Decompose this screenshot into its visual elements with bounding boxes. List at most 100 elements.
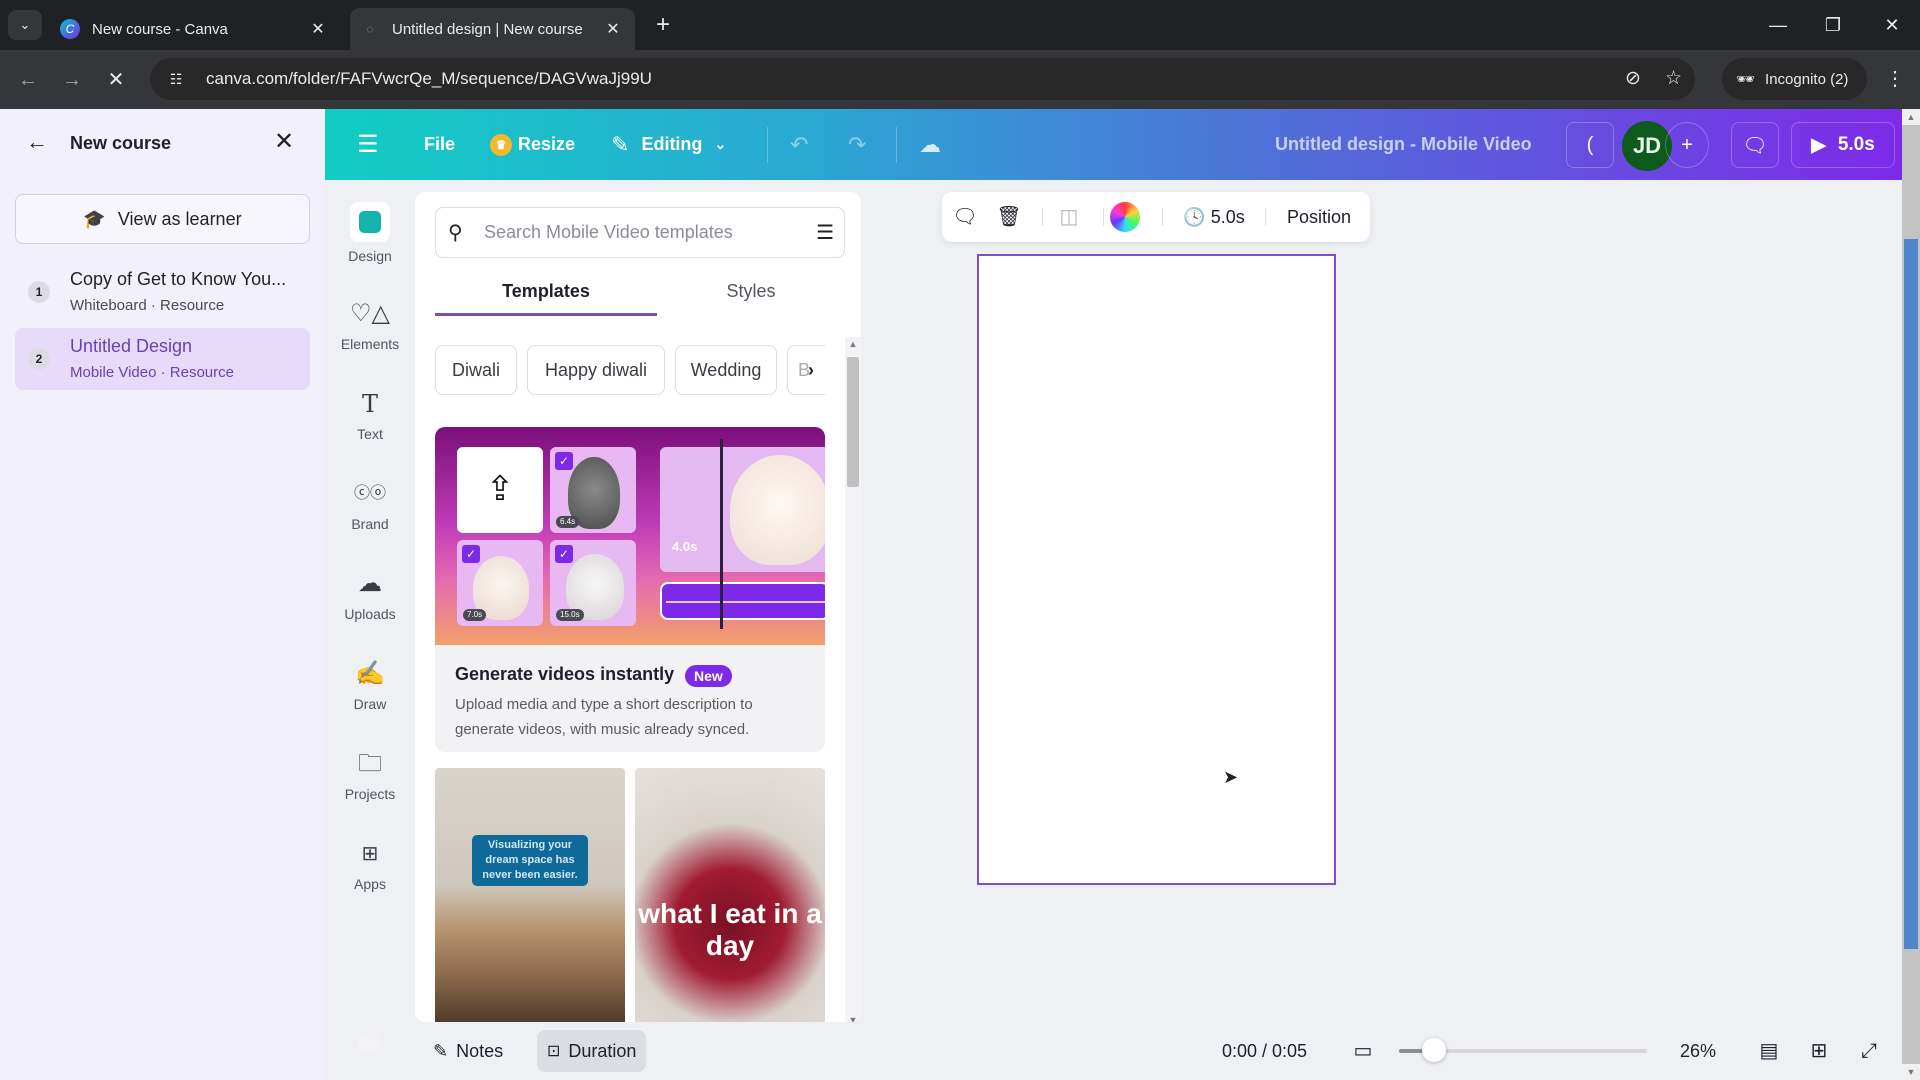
new-tab-button[interactable]: + bbox=[648, 10, 678, 40]
loading-icon: ◌ bbox=[366, 22, 374, 36]
stop-loading-icon[interactable]: ✕ bbox=[100, 64, 132, 96]
duration-tag: 7.0s bbox=[463, 609, 487, 621]
template-caption: Visualizing your dream space has never b… bbox=[472, 835, 588, 886]
chip-happy-diwali[interactable]: Happy diwali bbox=[527, 345, 665, 395]
position-button[interactable]: Position bbox=[1277, 192, 1361, 242]
pages-view-icon[interactable]: ▭ bbox=[1348, 1030, 1378, 1072]
restore-icon[interactable]: ❐ bbox=[1813, 10, 1853, 40]
template-search[interactable]: ⚲ ☰ bbox=[435, 207, 845, 258]
filter-icon[interactable]: ☰ bbox=[816, 220, 834, 245]
rail-item-apps[interactable]: ⊞ Apps bbox=[325, 838, 415, 918]
page-scrollbar[interactable]: ▲ ▼ bbox=[1902, 109, 1920, 1080]
view-as-learner-label: View as learner bbox=[117, 208, 242, 229]
play-duration: 5.0s bbox=[1837, 134, 1875, 155]
chevron-down-icon: ⌄ bbox=[19, 17, 31, 32]
rail-item-brand[interactable]: ⓒⓞ Brand bbox=[325, 478, 415, 558]
design-canvas[interactable] bbox=[977, 254, 1336, 885]
notes-button[interactable]: ✎ Notes bbox=[433, 1030, 503, 1072]
color-picker-icon[interactable] bbox=[1110, 202, 1140, 232]
site-info-icon[interactable]: ☷ bbox=[164, 71, 188, 88]
address-bar[interactable]: ☷ canva.com/folder/FAFVwcrQe_M/sequence/… bbox=[150, 58, 1695, 100]
scroll-up-icon[interactable]: ▲ bbox=[1902, 109, 1920, 125]
rail-item-design[interactable]: Design bbox=[325, 202, 415, 282]
chip-diwali[interactable]: Diwali bbox=[435, 345, 517, 395]
course-panel: ← New course ✕ 🎓 View as learner 1 Copy … bbox=[0, 109, 325, 1080]
undo-icon[interactable]: ↶ bbox=[790, 109, 808, 180]
rail-label: Design bbox=[348, 248, 392, 264]
menu-icon[interactable]: ☰ bbox=[357, 109, 379, 180]
duration-label: 4.0s bbox=[672, 539, 698, 554]
rail-item-elements[interactable]: ♡△ Elements bbox=[325, 298, 415, 378]
upload-tile: ⇪ bbox=[457, 447, 543, 533]
rail-item-uploads[interactable]: ☁ Uploads bbox=[325, 568, 415, 648]
template-thumbnail[interactable]: what I eat in a day bbox=[635, 768, 825, 1022]
pencil-icon: ✎ bbox=[611, 131, 630, 157]
scrollbar-thumb[interactable] bbox=[847, 357, 859, 487]
rail-item-text[interactable]: T Text bbox=[325, 388, 415, 468]
close-icon[interactable]: ✕ bbox=[274, 127, 294, 156]
zoom-slider-knob[interactable] bbox=[1421, 1038, 1446, 1062]
template-thumbnail[interactable]: Visualizing your dream space has never b… bbox=[435, 768, 625, 1022]
add-collaborator-icon[interactable]: + bbox=[1665, 122, 1709, 168]
close-tab-icon[interactable]: ✕ bbox=[601, 19, 625, 39]
back-arrow-icon[interactable]: ← bbox=[26, 129, 48, 155]
divider bbox=[1265, 208, 1266, 226]
scrollbar-thumb[interactable] bbox=[1904, 239, 1918, 949]
chevron-right-icon[interactable]: › bbox=[808, 346, 814, 394]
url-text[interactable]: canva.com/folder/FAFVwcrQe_M/sequence/DA… bbox=[206, 69, 652, 89]
file-menu-button[interactable]: File bbox=[424, 109, 455, 180]
resize-button[interactable]: ♛ Resize bbox=[490, 109, 575, 180]
course-item-active[interactable]: 2 Untitled Design Mobile Video · Resourc… bbox=[15, 328, 310, 390]
chip-wedding[interactable]: Wedding bbox=[675, 345, 777, 395]
back-icon[interactable]: ← bbox=[12, 64, 44, 96]
chip-partial[interactable]: B › bbox=[787, 345, 825, 395]
check-icon: ✓ bbox=[555, 452, 573, 470]
comment-icon[interactable]: 🗨 bbox=[1731, 122, 1779, 168]
templates-panel: ⚲ ☰ Templates Styles Diwali Happy diwali… bbox=[415, 192, 861, 1022]
help-button[interactable] bbox=[358, 1032, 380, 1054]
star-icon[interactable]: ☆ bbox=[1665, 58, 1682, 100]
split-icon[interactable]: ◫ bbox=[1054, 192, 1084, 242]
editor-header: ☰ File ♛ Resize ✎ Editing ⌄ ↶ ↷ ☁ Untitl… bbox=[325, 109, 1902, 180]
incognito-profile-button[interactable]: 🕶 Incognito (2) bbox=[1722, 58, 1867, 100]
zoom-percentage[interactable]: 26% bbox=[1680, 1030, 1716, 1072]
generate-videos-card[interactable]: ⇪ ✓ 6.4s ✓ 7.0s ✓ 15.0s 4.0s Generate vi… bbox=[435, 427, 825, 752]
rail-item-projects[interactable]: 🗀 Projects bbox=[325, 748, 415, 828]
design-icon bbox=[359, 211, 381, 233]
page-view-icon[interactable]: ▤ bbox=[1754, 1030, 1784, 1072]
preview-tile: 4.0s bbox=[660, 447, 825, 572]
view-as-learner-button[interactable]: 🎓 View as learner bbox=[15, 194, 310, 244]
design-title[interactable]: Untitled design - Mobile Video bbox=[1275, 109, 1532, 180]
rail-item-draw[interactable]: ✍ Draw bbox=[325, 658, 415, 738]
fullscreen-icon[interactable]: ⤢ bbox=[1854, 1030, 1884, 1072]
add-comment-icon[interactable]: 🗨 bbox=[950, 192, 980, 242]
rail-label: Elements bbox=[340, 336, 400, 352]
close-tab-icon[interactable]: ✕ bbox=[306, 19, 330, 39]
scroll-down-icon[interactable]: ▼ bbox=[845, 1015, 861, 1022]
panel-scrollbar[interactable]: ▲ ▼ bbox=[845, 337, 861, 1022]
trash-icon[interactable]: 🗑 bbox=[994, 192, 1024, 242]
minimize-icon[interactable]: — bbox=[1758, 10, 1798, 40]
zoom-slider[interactable] bbox=[1399, 1038, 1647, 1062]
eye-off-icon[interactable]: ⊘ bbox=[1625, 58, 1641, 100]
search-input[interactable] bbox=[484, 222, 804, 243]
projects-icon: 🗀 bbox=[358, 750, 382, 777]
forward-icon[interactable]: → bbox=[56, 64, 88, 96]
editing-mode-dropdown[interactable]: ✎ Editing ⌄ bbox=[611, 109, 726, 180]
close-window-icon[interactable]: ✕ bbox=[1872, 10, 1912, 40]
scroll-up-icon[interactable]: ▲ bbox=[845, 339, 861, 349]
browser-tab-new-course[interactable]: C New course - Canva ✕ bbox=[50, 8, 340, 50]
tab-styles[interactable]: Styles bbox=[657, 272, 845, 316]
tab-templates[interactable]: Templates bbox=[435, 272, 657, 316]
scroll-down-icon[interactable]: ▼ bbox=[1902, 1064, 1920, 1080]
duration-button[interactable]: 🕓 5.0s bbox=[1174, 192, 1254, 242]
browser-menu-icon[interactable]: ⋮ bbox=[1880, 64, 1910, 94]
course-item[interactable]: 1 Copy of Get to Know You... Whiteboard … bbox=[15, 261, 310, 323]
browser-tab-untitled-design[interactable]: ◌ Untitled design | New course ✕ bbox=[350, 8, 635, 50]
cloud-saved-icon[interactable]: ☁ bbox=[919, 109, 941, 180]
play-button[interactable]: ▶ 5.0s bbox=[1791, 122, 1895, 168]
grid-view-icon[interactable]: ⊞ bbox=[1804, 1030, 1834, 1072]
tab-search-button[interactable]: ⌄ bbox=[8, 10, 42, 40]
duration-toggle-button[interactable]: ⊡ Duration bbox=[537, 1030, 647, 1072]
redo-icon[interactable]: ↷ bbox=[848, 109, 866, 180]
